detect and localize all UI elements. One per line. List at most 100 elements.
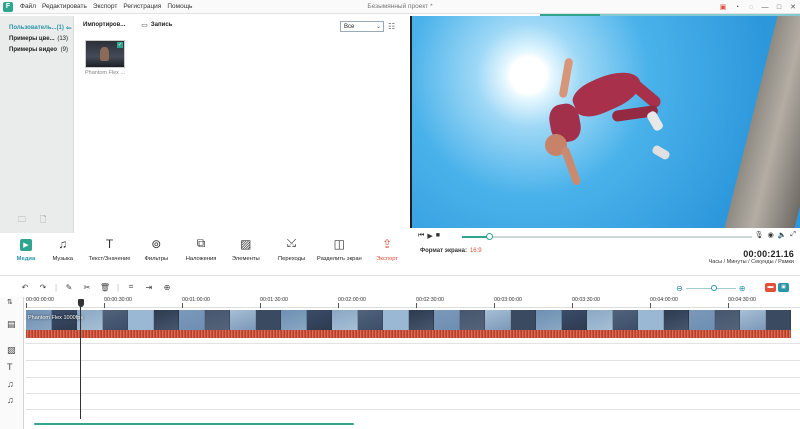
media-filter-select[interactable]: Все ⌄ <box>340 21 384 32</box>
module-label: Экспорт <box>376 256 398 262</box>
text-track-icon: T <box>7 362 13 372</box>
app-logo-icon: F <box>3 1 13 12</box>
snap-icon[interactable]: ▣ <box>778 283 789 292</box>
playhead[interactable] <box>80 301 81 419</box>
volume-icon[interactable]: 🔈 <box>778 231 787 239</box>
close-button[interactable]: ✕ <box>786 3 800 11</box>
delete-folder-icon[interactable]: 🗋 <box>40 214 46 228</box>
sidebar-item-user[interactable]: Пользователь... (1) ⇐ <box>0 22 73 33</box>
media-item[interactable]: ✓ Phantom Flex ... <box>85 40 127 76</box>
detach-icon[interactable]: ⇥ <box>140 283 158 292</box>
clip-frame <box>306 310 332 330</box>
clip-frame <box>281 310 307 330</box>
module-overlays[interactable]: ⧉ Наложения <box>179 233 223 269</box>
record-button[interactable]: Запись <box>151 22 172 28</box>
module-export[interactable]: ⇪ Экспорт <box>364 233 410 269</box>
stop-icon[interactable]: ■ <box>436 232 440 240</box>
minimize-button[interactable]: — <box>758 4 772 11</box>
list-view-icon[interactable]: ☷ <box>388 22 395 31</box>
module-music[interactable]: ♫ Музыка <box>40 233 86 269</box>
ruler-tick: 00:02:00:00 <box>338 297 366 308</box>
time-ruler[interactable]: 00:00:00:00 00:00:30:00 00:01:00:00 00:0… <box>26 297 800 308</box>
menu-register[interactable]: Регистрация <box>120 3 164 10</box>
media-library: Импортиров... ▭ Запись Все ⌄ ☷ ✓ Phantom… <box>75 16 405 233</box>
ruler-tick: 00:01:00:00 <box>182 297 210 308</box>
aspect-value[interactable]: 16:9 <box>470 248 482 254</box>
seek-handle[interactable] <box>486 233 494 240</box>
module-text[interactable]: T Текст/Значение <box>86 233 134 269</box>
clip-audio-waveform <box>26 330 791 338</box>
split-screen-icon: ◫ <box>333 237 346 251</box>
chevron-down-icon: ⌄ <box>375 24 381 30</box>
notification-icon[interactable]: ▣ <box>716 3 730 11</box>
collapse-arrow-icon[interactable]: ⇐ <box>66 24 72 32</box>
clip-frame <box>230 310 256 330</box>
snapshot-icon[interactable]: ◉ <box>768 231 774 239</box>
preview-panel <box>410 16 800 228</box>
aspect-label: Формат экрана: <box>420 248 467 254</box>
zoom-in-icon[interactable]: ⊕ <box>739 284 746 293</box>
clip-frame <box>612 310 638 330</box>
cut-icon[interactable]: ✂ <box>78 283 96 292</box>
edit-icon[interactable]: ✎ <box>60 283 78 292</box>
module-media[interactable]: ▶ Медиа <box>12 233 40 269</box>
added-check-icon: ✓ <box>117 42 123 48</box>
zoom-to-fit-icon[interactable]: ⊕ <box>158 283 176 292</box>
module-split-screen[interactable]: ◫ Разделить экран <box>314 233 364 269</box>
menu-export[interactable]: Экспорт <box>90 3 120 10</box>
module-label: Наложения <box>185 256 217 262</box>
music-track-icon: ♫ <box>7 379 14 389</box>
module-filters[interactable]: ⊚ Фильтры <box>133 233 179 269</box>
step-back-icon[interactable]: ⏮ <box>418 232 424 240</box>
clip-frame <box>459 310 485 330</box>
redo-icon[interactable]: ↷ <box>34 283 52 292</box>
ruler-tick: 00:01:30:00 <box>260 297 288 308</box>
timeline-scrollbar[interactable] <box>34 423 354 425</box>
seek-bar[interactable] <box>462 233 752 240</box>
sidebar-item-video-samples[interactable]: Примеры видео (9) <box>0 44 73 55</box>
video-clip[interactable]: Phantom Flex 1000fps <box>26 310 791 338</box>
video-track-icon: ▤ <box>7 319 16 329</box>
clip-frame <box>434 310 460 330</box>
clip-frame <box>765 310 791 330</box>
sidebar-item-color-samples[interactable]: Примеры цве... (13) <box>0 33 73 44</box>
voiceover-icon[interactable]: 🎙 <box>755 231 764 239</box>
menu-edit[interactable]: Редактировать <box>39 3 90 10</box>
track-settings-icon[interactable]: ⇅ <box>7 298 13 306</box>
preview-figure-shoe <box>645 109 665 133</box>
media-item-name: Phantom Flex ... <box>85 70 126 76</box>
preview-wall <box>720 16 800 228</box>
ruler-tick: 00:03:30:00 <box>572 297 600 308</box>
delete-icon[interactable]: 🗑 <box>96 283 114 292</box>
feedback-icon[interactable]: ◔ <box>730 4 744 11</box>
play-icon[interactable]: ▶ <box>427 232 432 240</box>
crop-icon[interactable]: ⌗ <box>122 282 140 292</box>
aspect-ratio: Формат экрана: 16:9 <box>420 248 482 254</box>
fullscreen-icon[interactable]: ⤢ <box>790 231 796 239</box>
timecode-display: 00:00:21.16 <box>743 249 794 259</box>
clip-frame <box>510 310 536 330</box>
menu-help[interactable]: Помощь <box>164 3 195 10</box>
zoom-out-icon[interactable]: ⊖ <box>676 284 683 293</box>
media-icon: ▶ <box>19 239 32 251</box>
import-button[interactable]: Импортиров... <box>83 22 125 28</box>
sidebar-item-label: Примеры цве... <box>9 35 55 42</box>
zoom-slider[interactable] <box>685 285 736 292</box>
clip-frame <box>408 310 434 330</box>
account-icon[interactable]: ◌ <box>744 4 758 11</box>
track-divider <box>26 360 800 361</box>
text-icon: T <box>105 237 114 251</box>
maximize-button[interactable]: □ <box>772 4 786 11</box>
render-preview-icon[interactable]: ▬ <box>765 283 776 292</box>
module-transitions[interactable]: ⤩ Переходы <box>269 233 315 269</box>
new-folder-icon[interactable]: 🗀 <box>18 214 26 228</box>
record-icon[interactable]: ▭ <box>141 21 148 29</box>
media-thumbnail[interactable]: ✓ <box>85 40 125 68</box>
clip-frame <box>128 310 154 330</box>
zoom-handle[interactable] <box>710 285 717 292</box>
timecode-format-label: Часы / Минуты / Секунды / Рамки <box>708 259 794 265</box>
menu-file[interactable]: Файл <box>17 3 39 10</box>
clip-frame <box>332 310 358 330</box>
module-elements[interactable]: ▨ Элементы <box>223 233 269 269</box>
undo-icon[interactable]: ↶ <box>16 283 34 292</box>
